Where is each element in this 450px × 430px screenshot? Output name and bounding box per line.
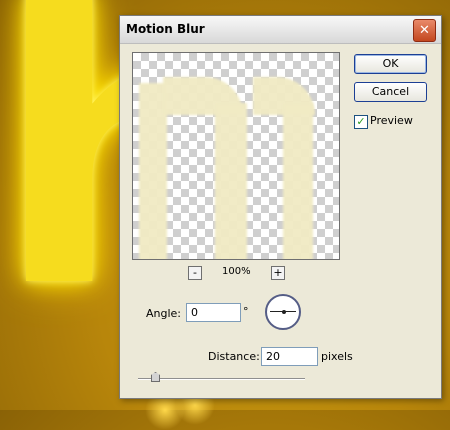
distance-input[interactable]: 20 xyxy=(261,347,318,366)
angle-dial[interactable] xyxy=(265,294,301,330)
close-button[interactable]: ✕ xyxy=(413,19,436,42)
checkmark-icon: ✓ xyxy=(356,115,366,128)
distance-slider-track[interactable] xyxy=(138,378,305,380)
distance-label: Distance: xyxy=(208,350,260,363)
zoom-level: 100% xyxy=(222,266,251,277)
preview-label: Preview xyxy=(370,114,413,127)
angle-label: Angle: xyxy=(146,307,182,320)
title-bar[interactable]: Motion Blur ✕ xyxy=(120,16,441,44)
angle-input[interactable]: 0 xyxy=(186,303,241,322)
ok-button[interactable]: OK xyxy=(354,54,427,74)
zoom-in-button[interactable]: + xyxy=(271,266,285,280)
degree-unit: ° xyxy=(243,305,249,318)
dialog-title: Motion Blur xyxy=(126,22,205,36)
preview-canvas[interactable] xyxy=(132,52,340,260)
distance-unit: pixels xyxy=(321,350,353,363)
preview-checkbox[interactable]: ✓ xyxy=(354,115,368,129)
motion-blur-dialog: Motion Blur ✕ - 100% + OK Cancel ✓ Previ… xyxy=(119,15,442,399)
cancel-button[interactable]: Cancel xyxy=(354,82,427,102)
preview-stroke xyxy=(283,103,313,259)
angle-dial-center xyxy=(282,310,286,314)
zoom-out-button[interactable]: - xyxy=(188,266,202,280)
distance-slider-handle[interactable] xyxy=(151,372,160,382)
preview-stroke xyxy=(215,103,247,259)
close-icon: ✕ xyxy=(419,23,430,38)
